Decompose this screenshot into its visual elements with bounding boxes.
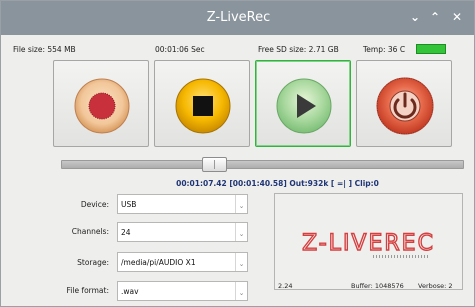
storage-label: Storage: bbox=[77, 258, 109, 267]
chevron-down-icon[interactable]: ⌄ bbox=[235, 253, 247, 271]
stop-button[interactable] bbox=[154, 60, 250, 147]
close-button[interactable]: ✕ bbox=[450, 10, 464, 24]
buffer-label: Buffer: 1048576 bbox=[351, 282, 404, 290]
playback-position-handle[interactable] bbox=[202, 157, 227, 172]
chevron-down-icon[interactable]: ⌄ bbox=[235, 282, 247, 300]
temperature-indicator bbox=[416, 44, 446, 54]
elapsed-time-label: 00:01:06 Sec bbox=[155, 45, 205, 54]
storage-select[interactable]: /media/pi/AUDIO X1 ⌄ bbox=[117, 252, 248, 272]
logo-panel: Z-LIVEREC 2.24 Buffer: 1048576 Verbose: … bbox=[274, 193, 463, 290]
playback-status-text: 00:01:07.42 [00:01:40.58] Out:932k [ =| … bbox=[176, 179, 379, 188]
file-format-select[interactable]: .wav ⌄ bbox=[117, 281, 248, 301]
channels-value: 24 bbox=[121, 228, 131, 237]
file-format-value: .wav bbox=[121, 287, 139, 296]
play-icon bbox=[276, 78, 332, 134]
channels-select[interactable]: 24 ⌄ bbox=[117, 222, 248, 242]
chevron-down-icon[interactable]: ⌄ bbox=[235, 195, 247, 213]
app-window: Z-LiveRec ⌄ ⌃ ✕ File size: 554 MB 00:01:… bbox=[0, 0, 475, 307]
minimize-button[interactable]: ⌄ bbox=[408, 10, 422, 24]
app-logo: Z-LIVEREC bbox=[301, 230, 435, 256]
maximize-button[interactable]: ⌃ bbox=[428, 10, 442, 24]
verbose-label: Verbose: 2 bbox=[418, 282, 453, 290]
device-value: USB bbox=[121, 200, 137, 209]
power-button[interactable] bbox=[356, 60, 452, 147]
version-label: 2.24 bbox=[278, 282, 293, 290]
record-button[interactable] bbox=[53, 60, 149, 147]
stop-icon bbox=[175, 78, 231, 134]
file-format-label: File format: bbox=[66, 286, 109, 295]
play-button[interactable] bbox=[255, 60, 351, 147]
title-bar[interactable]: Z-LiveRec ⌄ ⌃ ✕ bbox=[1, 1, 474, 35]
free-space-label: Free SD size: 2.71 GB bbox=[258, 45, 339, 54]
logo-subtitle-stripes bbox=[373, 255, 429, 258]
channels-label: Channels: bbox=[71, 227, 109, 236]
window-title: Z-LiveRec bbox=[206, 10, 271, 25]
power-icon bbox=[376, 77, 434, 135]
device-label: Device: bbox=[80, 200, 109, 209]
record-icon bbox=[74, 78, 130, 134]
chevron-down-icon[interactable]: ⌄ bbox=[235, 223, 247, 241]
storage-value: /media/pi/AUDIO X1 bbox=[121, 258, 196, 267]
file-size-label: File size: 554 MB bbox=[13, 45, 76, 54]
temperature-label: Temp: 36 C bbox=[363, 45, 406, 54]
playback-progress-track[interactable] bbox=[61, 160, 464, 169]
device-select[interactable]: USB ⌄ bbox=[117, 194, 248, 214]
